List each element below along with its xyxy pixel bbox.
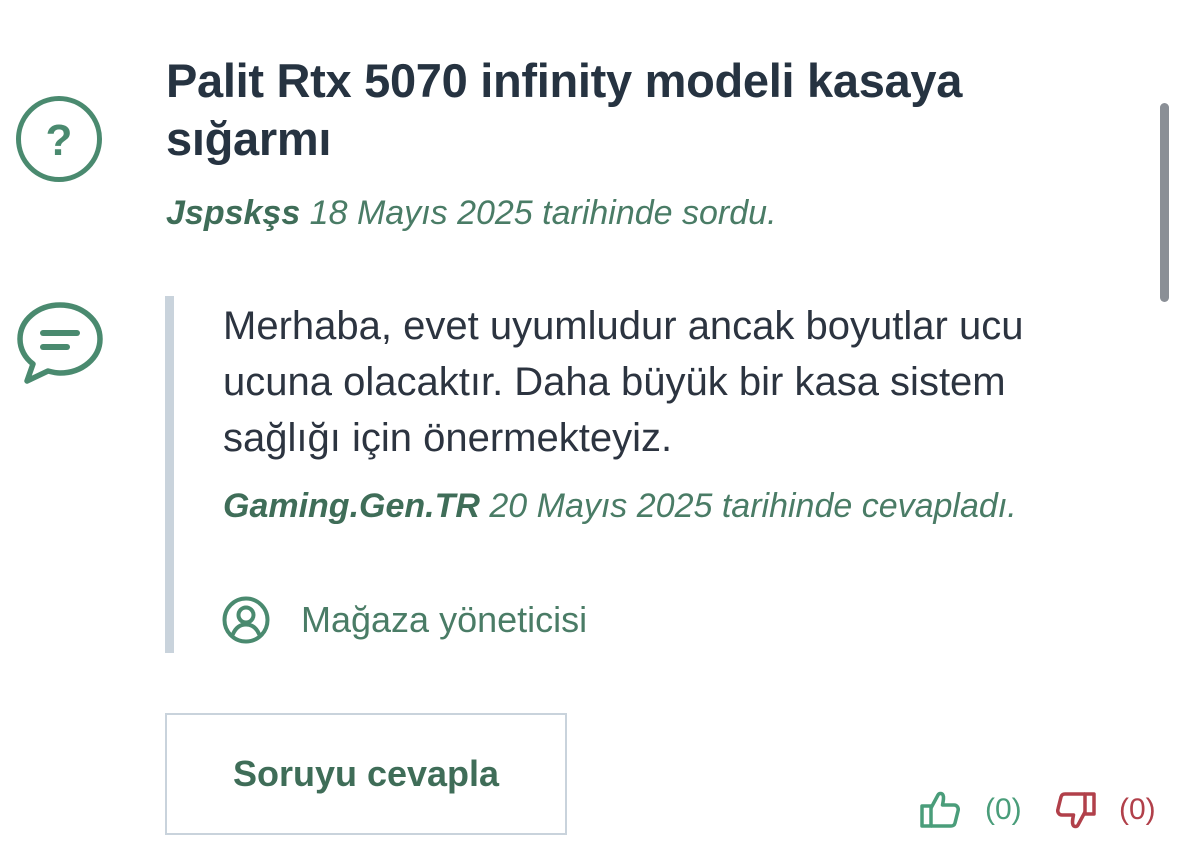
downvote-count: (0) bbox=[1119, 793, 1156, 826]
question-title: Palit Rtx 5070 infinity modeli kasaya sı… bbox=[166, 54, 963, 165]
answer-question-button[interactable]: Soruyu cevapla bbox=[165, 713, 567, 835]
downvote-button[interactable]: (0) bbox=[1055, 785, 1156, 835]
upvote-button[interactable]: (0) bbox=[919, 785, 1022, 835]
question-date-text: 18 Mayıs 2025 tarihinde sordu. bbox=[300, 194, 777, 232]
answer-date-text: 20 Mayıs 2025 tarihinde cevapladı. bbox=[479, 487, 1017, 525]
question-author: Jspskşs bbox=[166, 194, 301, 232]
answer-role: Mağaza yöneticisi bbox=[222, 596, 587, 644]
scrollbar-thumb[interactable] bbox=[1160, 103, 1169, 302]
answer-meta: Gaming.Gen.TR 20 Mayıs 2025 tarihinde ce… bbox=[223, 484, 1083, 529]
thumbs-down-icon bbox=[1056, 792, 1096, 829]
role-label: Mağaza yöneticisi bbox=[301, 599, 588, 640]
answer-text: Merhaba, evet uyumludur ancak boyutlar u… bbox=[223, 304, 1024, 460]
chat-bubble-icon bbox=[17, 302, 103, 384]
answer-quote-bar bbox=[165, 296, 174, 653]
answer-author: Gaming.Gen.TR bbox=[223, 487, 480, 525]
thumbs-up-icon bbox=[920, 791, 960, 828]
upvote-count: (0) bbox=[985, 793, 1022, 826]
question-meta: Jspskşs 18 Mayıs 2025 tarihinde sordu. bbox=[166, 190, 777, 236]
question-circle-icon: ? bbox=[16, 96, 102, 182]
user-circle-icon bbox=[222, 596, 270, 644]
svg-text:?: ? bbox=[46, 116, 73, 165]
